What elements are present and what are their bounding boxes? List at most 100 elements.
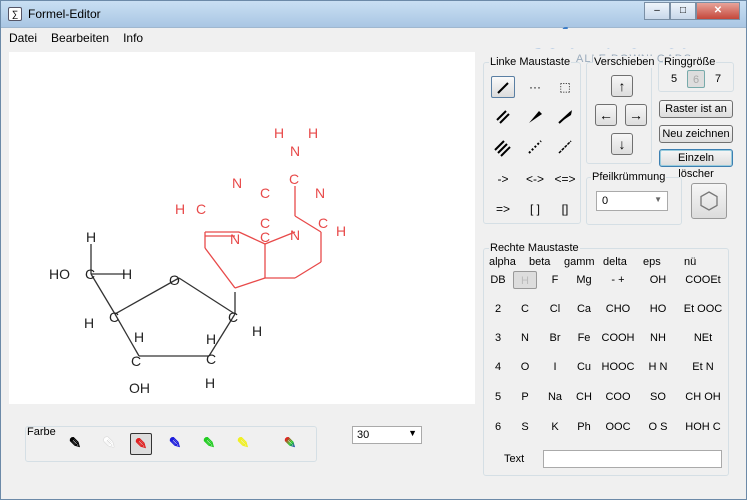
color-blue-icon[interactable]: ✎ <box>164 433 186 455</box>
element-cell[interactable]: F <box>544 271 566 289</box>
greek-alpha[interactable]: alpha <box>489 253 525 271</box>
arrow-left-icon[interactable]: ← <box>595 104 617 126</box>
element-cell[interactable]: CHO <box>599 300 637 318</box>
element-cell[interactable]: S <box>513 418 537 436</box>
wedge-bond-tool[interactable] <box>523 106 547 128</box>
einzeln-loeschen-button[interactable]: Einzeln löscher <box>659 149 733 180</box>
element-cell[interactable]: 4 <box>487 358 509 376</box>
element-cell[interactable]: 2 <box>487 300 509 318</box>
element-cell[interactable]: K <box>544 418 566 436</box>
linke-maustaste-label: Linke Maustaste <box>489 56 572 68</box>
single-bond-tool[interactable] <box>491 76 515 98</box>
element-cell[interactable]: Ph <box>571 418 597 436</box>
minimize-icon[interactable]: – <box>644 2 670 20</box>
element-cell[interactable]: Ca <box>571 300 597 318</box>
element-cell[interactable]: HO <box>643 300 673 318</box>
element-cell[interactable]: HOOC <box>599 358 637 376</box>
element-cell[interactable]: Fe <box>571 329 597 347</box>
element-cell[interactable]: Et N <box>681 358 725 376</box>
atom-label: N <box>315 185 325 201</box>
element-cell[interactable]: NEt <box>681 329 725 347</box>
greek-nu[interactable]: nü <box>684 253 714 271</box>
greek-eps[interactable]: eps <box>643 253 673 271</box>
menu-bearbeiten[interactable]: Bearbeiten <box>43 29 115 45</box>
arrow-up-icon[interactable]: ↑ <box>611 75 633 97</box>
element-cell[interactable]: CH OH <box>681 388 725 406</box>
arrow-double-tool[interactable]: => <box>491 198 515 220</box>
element-cell[interactable]: 3 <box>487 329 509 347</box>
element-cell[interactable]: COOH <box>599 329 637 347</box>
selection-box-tool[interactable]: ⬚ <box>553 76 577 98</box>
element-cell[interactable]: CH <box>571 388 597 406</box>
dotted-bond-tool[interactable]: ··· <box>523 76 547 98</box>
color-green-icon[interactable]: ✎ <box>198 433 220 455</box>
element-cell[interactable]: 5 <box>487 388 509 406</box>
element-cell[interactable]: DB <box>487 271 509 289</box>
element-cell[interactable]: HOH C <box>681 418 725 436</box>
ring-size-6[interactable]: 6 <box>687 70 705 88</box>
element-cell[interactable]: Cu <box>571 358 597 376</box>
atom-label: O <box>169 272 180 288</box>
element-cell[interactable]: - + <box>599 271 637 289</box>
pfeilkruemmung-select[interactable]: 0 ▼ <box>596 191 668 211</box>
element-cell[interactable]: 6 <box>487 418 509 436</box>
element-cell[interactable]: COOEt <box>681 271 725 289</box>
menu-bar: Datei Bearbeiten Info <box>1 29 746 48</box>
font-size-value: 30 <box>357 429 370 441</box>
greek-gamma[interactable]: gamm <box>564 253 598 271</box>
atom-label: H <box>86 229 96 245</box>
element-cell[interactable]: COO <box>599 388 637 406</box>
neu-zeichnen-button[interactable]: Neu zeichnen <box>659 125 733 143</box>
element-cell[interactable]: H <box>513 271 537 289</box>
element-cell[interactable]: NH <box>643 329 673 347</box>
element-cell[interactable]: O S <box>643 418 673 436</box>
atom-label: C <box>206 351 216 367</box>
greek-beta[interactable]: beta <box>529 253 559 271</box>
bracket-alt-tool[interactable]: [] <box>553 198 577 220</box>
arrow-right-icon[interactable]: → <box>625 104 647 126</box>
element-cell[interactable]: P <box>513 388 537 406</box>
farbe-label: Farbe <box>27 426 56 438</box>
arrow-both-tool[interactable]: <-> <box>523 168 547 190</box>
drawing-canvas[interactable]: H H N N C C N H C C C N N C H H HO C H O… <box>9 52 475 404</box>
hash-bond-alt-tool[interactable] <box>553 136 577 158</box>
ring-size-7[interactable]: 7 <box>709 70 727 88</box>
element-cell[interactable]: O <box>513 358 537 376</box>
triple-bond-tool[interactable] <box>491 136 515 158</box>
wedge-bond-alt-tool[interactable] <box>553 106 577 128</box>
greek-delta[interactable]: delta <box>603 253 637 271</box>
maximize-icon[interactable]: □ <box>670 2 696 20</box>
color-multi-icon[interactable]: ✎ <box>279 433 301 455</box>
text-input[interactable] <box>543 450 722 468</box>
double-bond-tool[interactable] <box>491 106 515 128</box>
element-cell[interactable]: Mg <box>571 271 597 289</box>
menu-datei[interactable]: Datei <box>1 29 43 45</box>
font-size-select[interactable]: 30 ▼ <box>352 426 422 444</box>
element-cell[interactable]: Et OOC <box>681 300 725 318</box>
color-yellow-icon[interactable]: ✎ <box>232 433 254 455</box>
element-cell[interactable]: I <box>544 358 566 376</box>
ring-size-5[interactable]: 5 <box>665 70 683 88</box>
hash-bond-tool[interactable] <box>523 136 547 158</box>
element-cell[interactable]: OH <box>643 271 673 289</box>
raster-button[interactable]: Raster ist an <box>659 100 733 118</box>
arrow-equilibrium-tool[interactable]: <=> <box>553 168 577 190</box>
atom-label: C <box>260 229 270 245</box>
element-cell[interactable]: N <box>513 329 537 347</box>
element-cell[interactable]: H N <box>643 358 673 376</box>
color-black-icon[interactable]: ✎ <box>64 433 86 455</box>
element-cell[interactable]: Br <box>544 329 566 347</box>
hexagon-ring-button[interactable] <box>691 183 727 219</box>
arrow-right-tool[interactable]: -> <box>491 168 515 190</box>
bracket-tool[interactable]: [ ] <box>523 198 547 220</box>
element-cell[interactable]: C <box>513 300 537 318</box>
color-red-icon[interactable]: ✎ <box>130 433 152 455</box>
element-cell[interactable]: OOC <box>599 418 637 436</box>
element-cell[interactable]: Na <box>544 388 566 406</box>
color-white-icon[interactable]: ✎ <box>98 433 120 455</box>
close-icon[interactable]: ✕ <box>696 2 740 20</box>
arrow-down-icon[interactable]: ↓ <box>611 133 633 155</box>
menu-info[interactable]: Info <box>115 29 149 45</box>
element-cell[interactable]: Cl <box>544 300 566 318</box>
element-cell[interactable]: SO <box>643 388 673 406</box>
